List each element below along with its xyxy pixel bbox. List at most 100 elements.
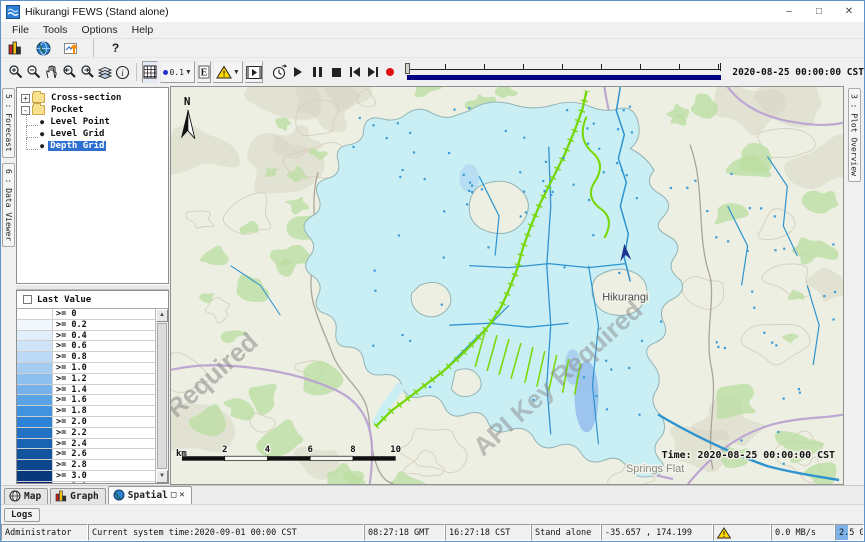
zoom-in-button[interactable] — [8, 61, 24, 83]
pan-button[interactable] — [44, 61, 59, 83]
zoom-out-button[interactable] — [26, 61, 42, 83]
last-value-checkbox[interactable] — [23, 295, 32, 304]
legend-row[interactable]: >= 1.8 — [17, 406, 155, 417]
zoom-previous-button[interactable] — [61, 61, 77, 83]
map-canvas[interactable]: Hikurangi Springs Flat API Key Required … — [171, 87, 843, 484]
step-forward-button[interactable] — [368, 61, 378, 83]
bullet-icon: ● — [40, 118, 44, 126]
tree-item-level-point[interactable]: Level Point — [48, 117, 112, 127]
scroll-down-icon[interactable]: ▼ — [156, 470, 168, 483]
left-panel: + Cross-section - Pocket ● Level Point ● — [16, 86, 170, 485]
legend-row[interactable]: >= 2.6 — [17, 449, 155, 460]
timeseries-dialog-button[interactable] — [61, 37, 82, 59]
warning-layer-dropdown[interactable]: ! ▼ — [213, 61, 243, 83]
tree-item-depth-grid[interactable]: Depth Grid — [48, 141, 106, 151]
tree-row[interactable]: ● Level Point — [17, 116, 168, 128]
scale-tick: 8 — [350, 445, 355, 455]
legend-color-swatch — [17, 363, 53, 373]
zoom-next-button[interactable] — [79, 61, 95, 83]
tab-forecast[interactable]: 5 : Forecast — [2, 88, 15, 158]
labels-toggle[interactable]: E — [197, 61, 211, 83]
animation-movie-button[interactable] — [245, 61, 263, 83]
legend-scrollbar[interactable]: ▲ ▼ — [155, 309, 168, 483]
tree-item-pocket[interactable]: Pocket — [49, 105, 86, 115]
scroll-up-icon[interactable]: ▲ — [156, 309, 168, 322]
map-display-button[interactable] — [33, 37, 54, 59]
tree-row[interactable]: ● Level Grid — [17, 128, 168, 140]
map-viewport[interactable]: Hikurangi Springs Flat API Key Required … — [170, 86, 844, 485]
time-slider[interactable] — [405, 61, 723, 83]
menu-tools[interactable]: Tools — [36, 24, 75, 36]
pause-button[interactable] — [312, 61, 322, 83]
close-button[interactable]: ✕ — [834, 1, 864, 22]
maximize-button[interactable]: □ — [804, 1, 834, 22]
tab-map[interactable]: Map — [4, 488, 48, 504]
tree-guide-line — [26, 126, 38, 138]
legend-row[interactable]: >= 2.2 — [17, 428, 155, 439]
menu-file[interactable]: File — [5, 24, 36, 36]
legend-row[interactable]: >= 0.6 — [17, 341, 155, 352]
legend-row[interactable]: >= 1.6 — [17, 395, 155, 406]
legend-row[interactable]: >= 0 — [17, 309, 155, 320]
scroll-thumb[interactable] — [157, 323, 167, 469]
legend-row[interactable]: >= 2.8 — [17, 460, 155, 471]
grid-display-toggle[interactable] — [142, 61, 158, 83]
time-slider-handle[interactable] — [405, 63, 410, 74]
legend-row[interactable]: >= 0.8 — [17, 352, 155, 363]
legend-threshold-label: >= 2.4 — [53, 439, 155, 449]
expand-icon[interactable]: + — [21, 94, 30, 103]
tab-graph[interactable]: Graph — [50, 488, 106, 504]
legend-row[interactable]: >= 1.0 — [17, 363, 155, 374]
tab-close-icon[interactable]: ✕ — [179, 490, 184, 500]
legend-row[interactable]: >= 2.0 — [17, 417, 155, 428]
interval-value: 0.1 — [169, 68, 183, 77]
help-button[interactable]: ? — [105, 37, 126, 59]
status-warning-cell[interactable]: ! — [713, 524, 771, 541]
legend-threshold-label: >= 1.8 — [53, 406, 155, 416]
label-e-icon: E — [198, 65, 210, 79]
title-bar: Hikurangi FEWS (Stand alone) – □ ✕ — [1, 1, 864, 22]
record-icon — [385, 67, 395, 77]
legend-row[interactable]: >= 0.2 — [17, 320, 155, 331]
contour-interval-dropdown[interactable]: 0.1 ▼ — [160, 61, 194, 83]
legend-row[interactable]: >= 1.4 — [17, 385, 155, 396]
legend-color-swatch — [17, 449, 53, 459]
tab-maximize-icon[interactable]: □ — [171, 490, 176, 500]
play-button[interactable] — [293, 61, 303, 83]
legend-color-swatch — [17, 309, 53, 319]
tab-spatial[interactable]: Spatial □ ✕ — [108, 486, 192, 504]
record-button[interactable] — [385, 61, 395, 83]
legend-color-swatch — [17, 341, 53, 351]
data-display-icon — [8, 41, 23, 55]
tree-row[interactable]: - Pocket — [17, 104, 168, 116]
legend-row[interactable]: >= 0.4 — [17, 331, 155, 342]
menu-help[interactable]: Help — [125, 24, 161, 36]
legend-row[interactable]: >= 1.2 — [17, 374, 155, 385]
animation-speed-button[interactable] — [271, 61, 287, 83]
legend-color-swatch — [17, 374, 53, 384]
map-toolbar: i 0.1 ▼ E ! ▼ — [1, 57, 864, 86]
svg-text:E: E — [201, 68, 208, 79]
tree-item-level-grid[interactable]: Level Grid — [48, 129, 106, 139]
menu-options[interactable]: Options — [74, 24, 124, 36]
data-display-button[interactable] — [5, 37, 26, 59]
info-button[interactable]: i — [115, 61, 130, 83]
legend-row[interactable]: >= 3.0 — [17, 471, 155, 482]
tab-data-viewer[interactable]: 6 : Data Viewer — [2, 163, 15, 247]
legend-threshold-label: >= 2.2 — [53, 428, 155, 438]
layers-button[interactable] — [97, 61, 113, 83]
legend-row[interactable]: >= 3.2 — [17, 482, 155, 483]
minimize-button[interactable]: – — [774, 1, 804, 22]
status-system-time: Current system time:2020-09-01 00:00 CST — [88, 524, 364, 541]
tree-row[interactable]: ● Depth Grid — [17, 140, 168, 152]
logs-button[interactable]: Logs — [4, 508, 40, 522]
legend-color-swatch — [17, 320, 53, 330]
legend-threshold-label: >= 1.6 — [53, 395, 155, 405]
legend-threshold-label: >= 0.4 — [53, 331, 155, 341]
stop-button[interactable] — [331, 61, 341, 83]
step-back-button[interactable] — [350, 61, 360, 83]
tree-item-cross-section[interactable]: Cross-section — [49, 93, 123, 103]
zoom-next-icon — [79, 64, 95, 80]
legend-row[interactable]: >= 2.4 — [17, 439, 155, 450]
tab-plot-overview[interactable]: 3 : Plot Overview — [848, 88, 861, 182]
